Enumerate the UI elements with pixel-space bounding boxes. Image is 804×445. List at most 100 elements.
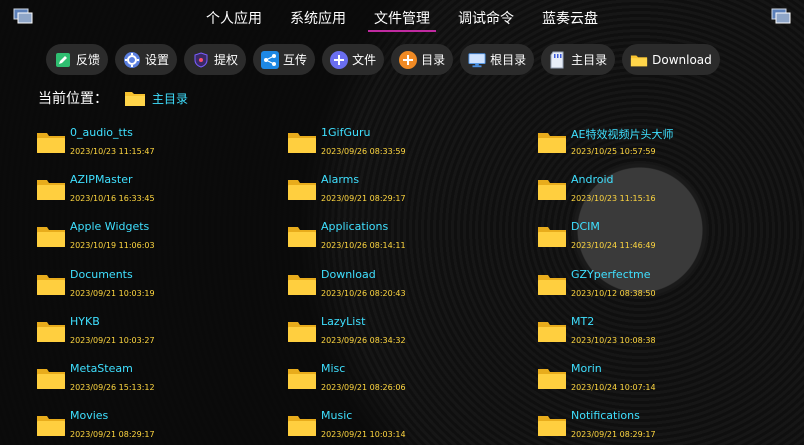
file-list-item[interactable]: Misc 2023/09/21 08:26:06	[287, 360, 527, 398]
new-file-label: 文件	[352, 53, 377, 67]
file-date: 2023/10/23 10:08:38	[571, 335, 656, 345]
file-list-item[interactable]: AZIPMaster 2023/10/16 16:33:45	[36, 171, 276, 209]
tab-file-manager[interactable]: 文件管理	[360, 0, 444, 34]
shield-icon	[192, 51, 210, 69]
transfer-button[interactable]: 互传	[253, 44, 316, 75]
file-date: 2023/09/21 10:03:27	[70, 335, 155, 345]
new-file-button[interactable]: 文件	[322, 44, 385, 75]
file-date: 2023/10/12 08:38:50	[571, 288, 656, 298]
tab-lanzou-cloud[interactable]: 蓝奏云盘	[528, 0, 612, 34]
current-location-label: 当前位置：	[38, 91, 108, 107]
gear-icon	[123, 51, 141, 69]
file-name: DCIM	[571, 220, 600, 234]
tab-personal-apps[interactable]: 个人应用	[192, 0, 276, 34]
feedback-label: 反馈	[76, 53, 101, 67]
root-directory-button[interactable]: 根目录	[460, 44, 535, 75]
file-date: 2023/10/23 11:15:16	[571, 194, 656, 204]
file-list-item[interactable]: Notifications 2023/09/21 08:29:17	[537, 407, 777, 445]
file-name: 0_audio_tts	[70, 126, 133, 139]
current-location-value[interactable]: 主目录	[152, 90, 188, 107]
file-name: Morin	[571, 362, 602, 375]
file-date: 2023/10/26 08:20:43	[321, 288, 406, 298]
file-name: AZIPMaster	[70, 173, 133, 187]
new-directory-label: 目录	[421, 53, 446, 67]
file-list-item[interactable]: DCIM 2023/10/24 11:46:49	[537, 218, 777, 256]
file-list-item[interactable]: Apple Widgets 2023/10/19 11:06:03	[36, 218, 276, 256]
settings-button[interactable]: 设置	[115, 44, 178, 75]
file-date: 2023/10/24 10:07:14	[571, 383, 656, 392]
file-list-item[interactable]: Android 2023/10/23 11:15:16	[537, 171, 777, 209]
file-date: 2023/09/21 08:29:17	[571, 430, 656, 440]
file-date: 2023/09/21 08:29:17	[70, 430, 155, 440]
file-date: 2023/09/21 10:03:19	[70, 288, 155, 298]
file-name: AE特效视频片头大师	[571, 128, 674, 141]
folder-icon	[37, 369, 65, 389]
folder-icon	[538, 133, 566, 153]
folder-icon	[288, 227, 316, 248]
folder-icon	[37, 321, 65, 342]
file-list-item[interactable]: MetaSteam 2023/09/26 15:13:12	[36, 360, 276, 398]
new-directory-button[interactable]: 目录	[391, 44, 454, 75]
folder-icon	[37, 180, 65, 201]
tab-system-apps[interactable]: 系统应用	[276, 0, 360, 34]
folder-icon	[288, 416, 316, 437]
file-date: 2023/09/26 08:34:32	[321, 335, 406, 345]
tab-debug-commands[interactable]: 调试命令	[444, 0, 528, 34]
file-name: LazyList	[321, 314, 366, 328]
file-list-item[interactable]: 0_audio_tts 2023/10/23 11:15:47	[36, 124, 276, 162]
file-date: 2023/09/21 08:29:17	[321, 194, 406, 204]
file-date: 2023/09/26 08:33:59	[321, 147, 406, 156]
feedback-button[interactable]: 反馈	[46, 44, 109, 75]
file-name: MetaSteam	[70, 362, 133, 375]
file-name: Apple Widgets	[70, 220, 150, 234]
file-name: 1GifGuru	[321, 126, 371, 139]
folder-icon	[288, 321, 316, 342]
file-list-item[interactable]: MT2 2023/10/23 10:08:38	[537, 313, 777, 351]
folder-icon	[288, 133, 316, 153]
authorize-button[interactable]: 提权	[184, 44, 247, 75]
file-name: GZYperfectme	[571, 267, 651, 281]
pencil-icon	[54, 51, 72, 69]
folder-icon	[37, 133, 65, 153]
folder-icon	[538, 227, 566, 248]
file-list-item[interactable]: Applications 2023/10/26 08:14:11	[287, 218, 527, 256]
file-name: Movies	[70, 409, 109, 423]
file-date: 2023/10/23 11:15:47	[70, 147, 155, 156]
folder-icon	[37, 274, 65, 295]
file-list-item[interactable]: GZYperfectme 2023/10/12 08:38:50	[537, 266, 777, 304]
file-list-item[interactable]: 1GifGuru 2023/09/26 08:33:59	[287, 124, 527, 162]
file-name: Documents	[70, 267, 133, 281]
file-list-item[interactable]: LazyList 2023/09/26 08:34:32	[287, 313, 527, 351]
file-list-item[interactable]: HYKB 2023/09/21 10:03:27	[36, 313, 276, 351]
folder-icon	[125, 92, 145, 106]
download-shortcut-button[interactable]: Download	[622, 44, 720, 75]
file-list-item[interactable]: Alarms 2023/09/21 08:29:17	[287, 171, 527, 209]
transfer-label: 互传	[283, 53, 308, 67]
folder-icon	[288, 274, 316, 295]
monitor-icon	[468, 51, 486, 69]
file-name: HYKB	[70, 314, 100, 328]
folder-icon	[538, 180, 566, 201]
file-list-item[interactable]: Morin 2023/10/24 10:07:14	[537, 360, 777, 398]
top-tab-bar: 个人应用 系统应用 文件管理 调试命令 蓝奏云盘	[0, 0, 804, 34]
file-name: Music	[321, 409, 353, 423]
toolbar: 反馈 设置 提权 互传 文件 目录 根目录 主目录 Download	[46, 44, 720, 75]
sd-card-icon	[549, 51, 567, 69]
plus-icon	[399, 50, 418, 69]
file-list-item[interactable]: Movies 2023/09/21 08:29:17	[36, 407, 276, 445]
file-list-item[interactable]: Download 2023/10/26 08:20:43	[287, 266, 527, 304]
folder-icon	[538, 416, 566, 437]
share-icon	[261, 50, 280, 69]
folder-icon	[288, 180, 316, 201]
folder-icon	[538, 274, 566, 295]
file-list-item[interactable]: Documents 2023/09/21 10:03:19	[36, 266, 276, 304]
file-list-item[interactable]: Music 2023/09/21 10:03:14	[287, 407, 527, 445]
file-date: 2023/10/19 11:06:03	[70, 241, 155, 251]
authorize-label: 提权	[214, 53, 239, 67]
main-directory-button[interactable]: 主目录	[541, 44, 616, 75]
settings-label: 设置	[145, 53, 170, 67]
file-date: 2023/10/24 11:46:49	[571, 241, 656, 251]
file-name: Alarms	[321, 173, 360, 187]
file-list-item[interactable]: AE特效视频片头大师 2023/10/25 10:57:59	[537, 124, 777, 162]
file-date: 2023/10/26 08:14:11	[321, 241, 406, 251]
